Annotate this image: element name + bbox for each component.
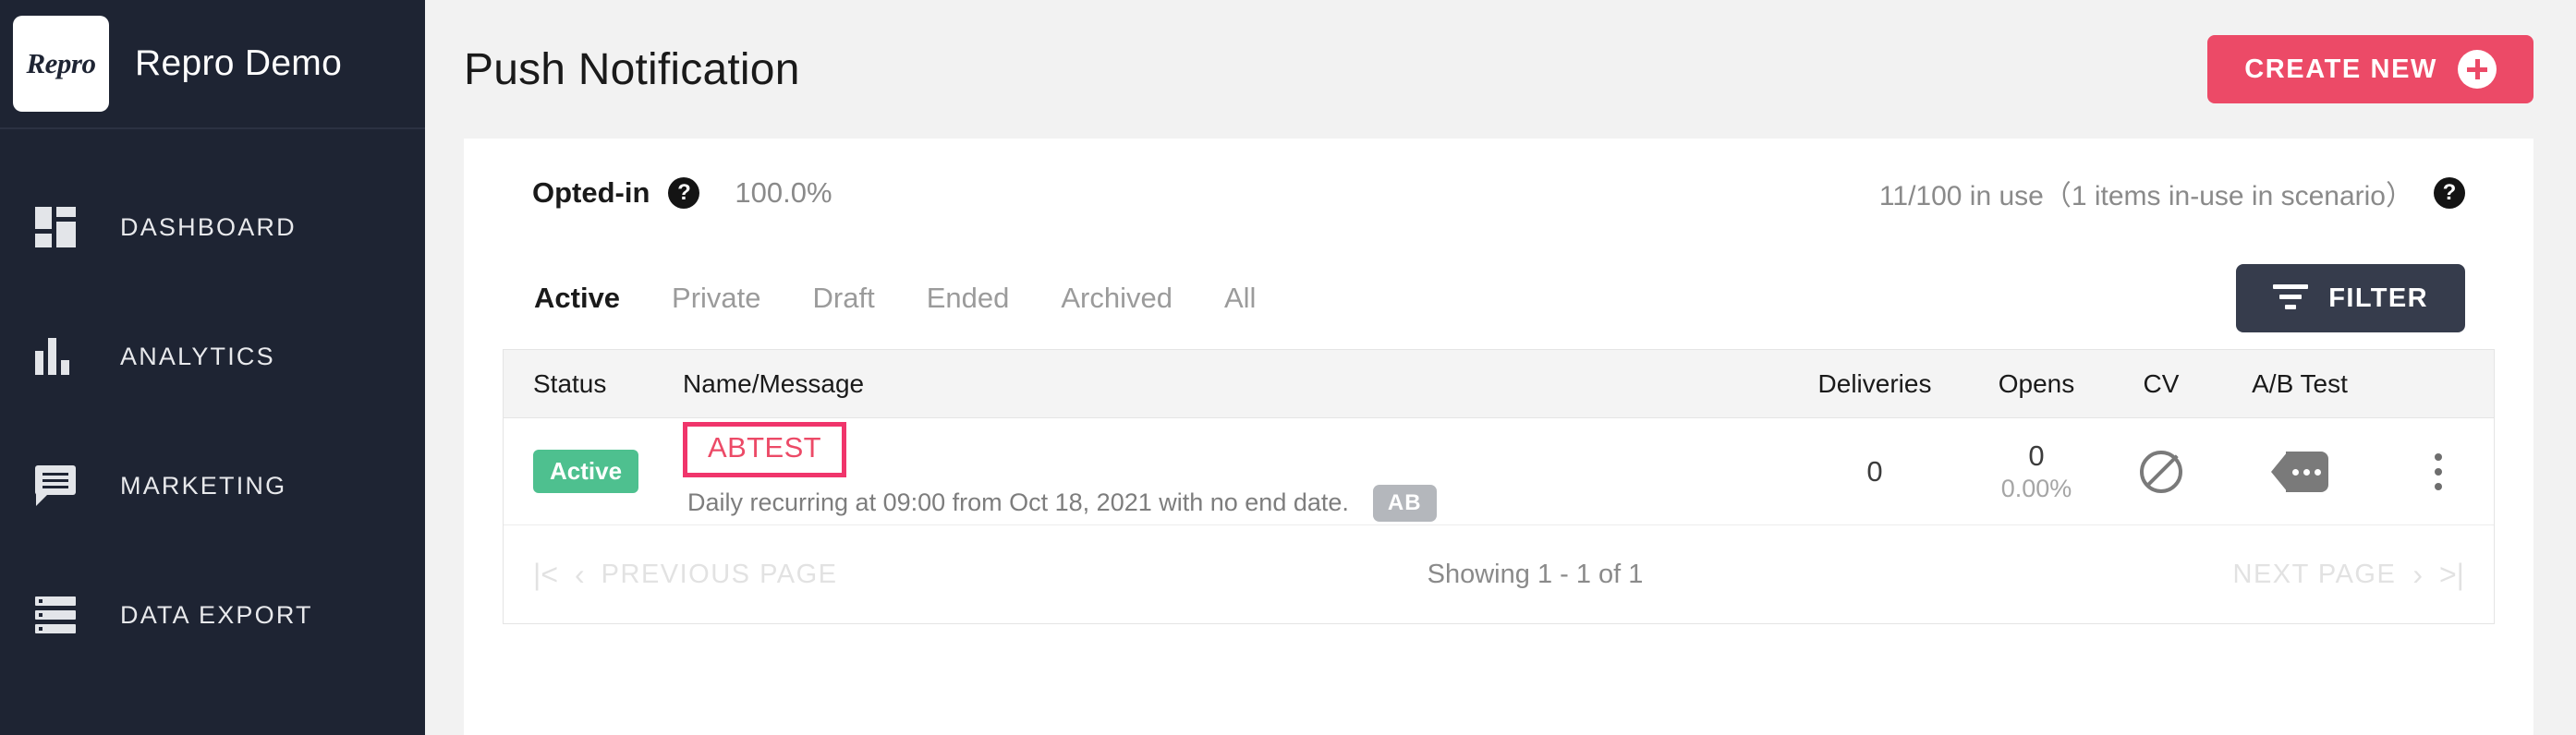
pagination-bar: |< ‹ PREVIOUS PAGE Showing 1 - 1 of 1 NE… [504,525,2494,623]
last-page-icon[interactable]: >| [2439,560,2464,589]
tab-private[interactable]: Private [670,278,762,319]
sidebar-nav: DASHBOARD ANALYTICS MARKETING DATA EXPOR… [0,129,425,680]
pagination-previous-group: |< ‹ PREVIOUS PAGE [533,560,838,590]
server-list-icon [35,596,92,633]
kebab-menu-icon[interactable] [2435,452,2442,490]
sidebar-item-label: DASHBOARD [120,212,297,241]
first-page-icon[interactable]: |< [533,560,558,589]
filter-button[interactable]: FILTER [2236,264,2465,332]
page-title: Push Notification [464,44,800,94]
usage-help-icon[interactable]: ? [2434,177,2465,209]
create-new-button[interactable]: CREATE NEW [2207,35,2533,103]
filter-label: FILTER [2328,283,2428,313]
ab-badge: AB [1372,484,1437,522]
row-actions-cell[interactable] [2383,452,2494,490]
sidebar-item-label: MARKETING [120,471,287,500]
deliveries-value: 0 [1866,454,1883,488]
opted-in-label: Opted-in [532,176,650,209]
message-text: Daily recurring at 09:00 from Oct 18, 20… [687,488,1349,516]
tab-active[interactable]: Active [532,278,622,319]
tabs-row: Active Private Draft Ended Archived All … [503,247,2495,349]
row-message: Daily recurring at 09:00 from Oct 18, 20… [683,484,1782,522]
opted-in-value: 100.0% [735,176,832,209]
status-badge: Active [533,450,639,493]
row-opens-cell: 0 0.00% [1967,440,2106,503]
repro-logo: Repro [13,16,109,112]
tab-draft[interactable]: Draft [811,278,877,319]
opted-in-help-icon[interactable]: ? [668,177,700,209]
sidebar-item-label: ANALYTICS [120,342,275,370]
page-header: Push Notification CREATE NEW [425,0,2576,139]
pagination-next-group: NEXT PAGE › >| [2233,560,2464,590]
tab-ended[interactable]: Ended [925,278,1012,319]
row-cv-cell [2106,450,2217,493]
opens-value: 0 [2028,440,2045,472]
main-content: Push Notification CREATE NEW Opted-in ? … [425,0,2576,735]
brand-header[interactable]: Repro Repro Demo [0,0,425,129]
sidebar: Repro Repro Demo DASHBOARD ANALYTICS MAR… [0,0,425,735]
notifications-table: Status Name/Message Deliveries Opens CV … [503,349,2495,624]
column-header-status: Status [533,368,607,398]
row-name-cell: ABTEST Daily recurring at 09:00 from Oct… [674,421,1782,522]
content-card: Opted-in ? 100.0% 11/100 in use（1 items … [464,139,2533,735]
sidebar-item-data-export[interactable]: DATA EXPORT [0,550,425,680]
column-header-deliveries: Deliveries [1817,368,1932,398]
notification-name-link[interactable]: ABTEST [708,431,821,464]
column-header-ab-test: A/B Test [2252,368,2348,398]
row-deliveries-cell: 0 [1782,455,1967,488]
status-tabs: Active Private Draft Ended Archived All [532,278,1258,319]
pagination-showing-text: Showing 1 - 1 of 1 [1427,559,1644,589]
plus-icon [2458,50,2497,89]
tab-all[interactable]: All [1222,278,1258,319]
previous-page-icon[interactable]: ‹ [575,560,585,589]
filter-icon [2273,284,2309,312]
app-root: Repro Repro Demo DASHBOARD ANALYTICS MAR… [0,0,2576,735]
bar-chart-icon [35,338,92,375]
row-status-cell: Active [504,450,674,493]
column-header-name: Name/Message [683,368,865,398]
stats-row: Opted-in ? 100.0% 11/100 in use（1 items … [503,139,2495,247]
create-new-label: CREATE NEW [2244,54,2437,84]
tab-archived[interactable]: Archived [1059,278,1174,319]
usage-text: 11/100 in use（1 items in-use in scenario… [1878,181,2413,211]
table-header-row: Status Name/Message Deliveries Opens CV … [504,350,2494,418]
next-page-label[interactable]: NEXT PAGE [2233,560,2397,590]
usage-group: 11/100 in use（1 items in-use in scenario… [1879,173,2465,213]
column-header-opens: Opens [1998,368,2075,398]
opens-percent: 0.00% [2000,475,2072,502]
column-header-cv: CV [2143,368,2180,398]
sidebar-item-analytics[interactable]: ANALYTICS [0,292,425,421]
table-row: Active ABTEST Daily recurring at 09:00 f… [504,418,2494,525]
sidebar-item-dashboard[interactable]: DASHBOARD [0,163,425,292]
previous-page-label[interactable]: PREVIOUS PAGE [601,560,838,590]
name-highlight-box: ABTEST [683,421,846,477]
row-ab-test-cell[interactable] [2217,451,2383,492]
opted-in-group: Opted-in ? 100.0% [532,176,832,210]
speech-bubble-icon [35,465,92,506]
logo-text: Repro [26,47,97,79]
sidebar-item-label: DATA EXPORT [120,600,313,629]
next-page-icon[interactable]: › [2412,560,2423,589]
dashboard-grid-icon [35,207,92,247]
sidebar-item-marketing[interactable]: MARKETING [0,421,425,550]
workspace-name: Repro Demo [135,43,343,83]
no-entry-icon [2140,450,2182,493]
tag-ellipsis-icon[interactable] [2271,451,2328,492]
